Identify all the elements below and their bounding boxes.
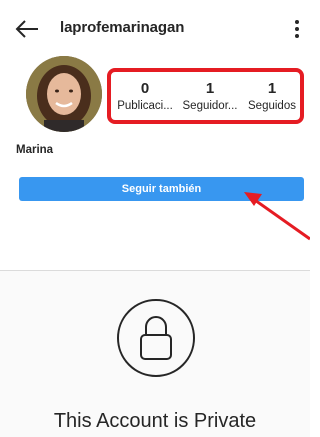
private-account-title: This Account is Private xyxy=(53,410,257,432)
following-stat[interactable]: 1 Seguidos xyxy=(237,80,307,114)
more-options-icon[interactable] xyxy=(290,17,304,41)
profile-display-name: Marina xyxy=(16,144,54,156)
lock-icon xyxy=(117,299,195,377)
profile-username: laprofemarinagan xyxy=(60,19,185,36)
top-bar: laprofemarinagan xyxy=(0,0,310,56)
following-label: Seguidos xyxy=(248,100,296,112)
posts-label: Publicaci... xyxy=(117,100,173,112)
following-count: 1 xyxy=(267,80,277,97)
followers-stat[interactable]: 1 Seguidor... xyxy=(175,80,245,114)
followers-count: 1 xyxy=(205,80,215,97)
posts-count: 0 xyxy=(140,80,150,97)
follow-back-button[interactable]: Seguir también xyxy=(19,177,304,201)
back-arrow-icon[interactable] xyxy=(14,18,40,40)
profile-avatar[interactable] xyxy=(26,56,102,132)
posts-stat[interactable]: 0 Publicaci... xyxy=(110,80,180,114)
followers-label: Seguidor... xyxy=(182,100,238,112)
